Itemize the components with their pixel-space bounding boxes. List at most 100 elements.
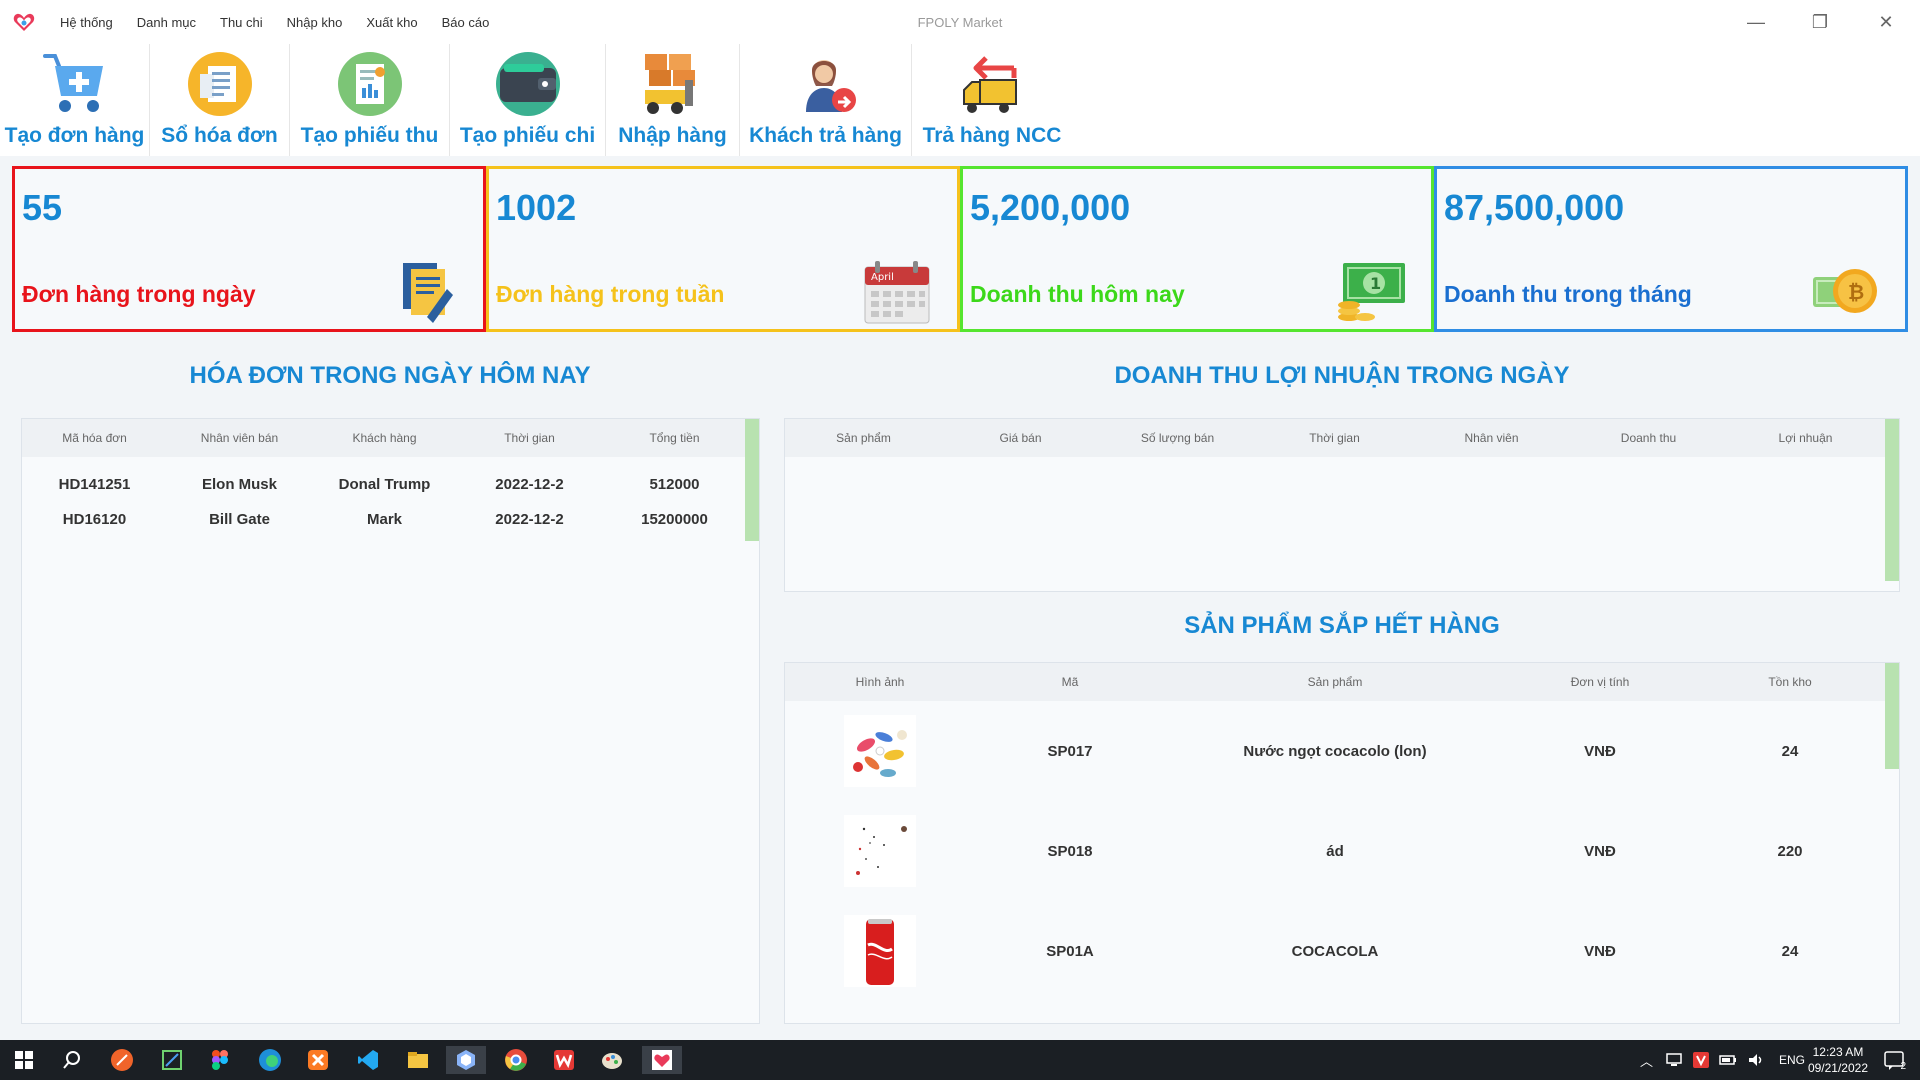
import-goods-label: Nhập hàng <box>618 124 727 147</box>
image-cell <box>785 915 975 987</box>
fpoly-market-icon[interactable] <box>642 1046 682 1074</box>
bitcoin-icon: ₿ <box>1813 269 1877 313</box>
table-row[interactable]: SP017 Nước ngọt cocacolo (lon) VNĐ 24 <box>785 701 1887 801</box>
search-icon[interactable] <box>58 1046 86 1074</box>
battery-icon[interactable] <box>1719 1053 1737 1067</box>
col-employee: Nhân viên <box>1464 431 1519 445</box>
low-stock-table: Hình ảnh Mã Sản phẩm Đơn vị tính Tồn kho… <box>784 662 1900 1024</box>
money-icon: 1 <box>1338 263 1405 321</box>
create-order-button[interactable]: Tạo đơn hàng <box>0 44 150 156</box>
product-name-cell: Nước ngọt cocacolo (lon) <box>1243 742 1427 760</box>
network-icon[interactable] <box>1665 1052 1683 1068</box>
col-product: Sản phẩm <box>836 431 891 445</box>
invoice-code-cell: HD141251 <box>58 476 131 493</box>
snipping-icon[interactable] <box>158 1046 186 1074</box>
invoices-title: HÓA ĐƠN TRONG NGÀY HÔM NAY <box>189 362 591 389</box>
edge-icon[interactable] <box>256 1046 284 1074</box>
toolbar: Tạo đơn hàng Sổ hóa đơn Tạo phiếu thu Tạ… <box>0 44 1920 156</box>
low-stock-title: SẢN PHẨM SẮP HẾT HÀNG <box>1184 612 1500 639</box>
col-product-name: Sản phẩm <box>1307 675 1363 689</box>
close-button[interactable]: ✕ <box>1872 8 1900 36</box>
pills-image <box>844 715 916 787</box>
antivirus-icon[interactable] <box>1693 1052 1710 1068</box>
col-quantity: Số lượng bán <box>1140 431 1215 445</box>
stock-cell: 220 <box>1777 842 1803 860</box>
invoice-book-button[interactable]: Sổ hóa đơn <box>150 44 290 156</box>
col-price: Giá bán <box>999 431 1042 445</box>
app-icon[interactable] <box>446 1046 486 1074</box>
table-row[interactable]: SP01A COCACOLA VNĐ 24 <box>785 901 1887 1001</box>
invoices-header: Mã hóa đơn Nhân viên bán Khách hàng Thời… <box>22 419 747 457</box>
revenue-scrollbar[interactable] <box>1885 419 1899 581</box>
seller-cell: Bill Gate <box>209 511 270 528</box>
orders-today-card: 55 Đơn hàng trong ngày <box>12 166 486 332</box>
vscode-icon[interactable] <box>354 1046 382 1074</box>
app-icon[interactable] <box>108 1046 136 1074</box>
col-code: Mã <box>1061 675 1079 689</box>
clock-time: 12:23 AM <box>1812 1045 1864 1059</box>
truck-return-icon <box>963 56 1017 113</box>
xampp-icon[interactable] <box>304 1046 332 1074</box>
invoices-table: Mã hóa đơn Nhân viên bán Khách hàng Thời… <box>21 418 760 1024</box>
low-stock-scrollbar[interactable] <box>1885 663 1899 769</box>
documents-icon <box>403 263 453 323</box>
orders-week-label: Đơn hàng trong tuần <box>496 281 725 307</box>
windows-start-icon[interactable] <box>10 1046 38 1074</box>
calendar-month-text: April <box>871 272 894 283</box>
orders-week-value: 1002 <box>496 187 577 228</box>
language-indicator[interactable]: ENG <box>1779 1053 1805 1067</box>
system-tray: ︿ ENG <box>1640 1040 1805 1080</box>
table-row[interactable]: HD16120 Bill Gate Mark 2022-12-2 1520000… <box>22 502 747 537</box>
col-revenue: Doanh thu <box>1620 431 1677 445</box>
stock-cell: 24 <box>1781 942 1799 960</box>
revenue-month-value: 87,500,000 <box>1444 187 1625 228</box>
paint-icon[interactable] <box>598 1046 626 1074</box>
create-payment-button[interactable]: Tạo phiếu chi <box>450 44 606 156</box>
customer-return-label: Khách trả hàng <box>749 124 902 147</box>
table-row[interactable]: SP018 ád VNĐ 220 <box>785 801 1887 901</box>
time-cell: 2022-12-2 <box>495 476 564 493</box>
title-bar: Hệ thống Danh mục Thu chi Nhập kho Xuất … <box>0 0 1920 44</box>
product-name-cell: COCACOLA <box>1291 942 1379 960</box>
wallet-icon <box>495 52 560 116</box>
speaker-icon[interactable] <box>1747 1052 1765 1068</box>
revenue-title: DOANH THU LỢI NHUẬN TRONG NGÀY <box>1114 362 1570 389</box>
invoice-book-label: Sổ hóa đơn <box>161 124 278 147</box>
code-cell: SP01A <box>1046 942 1094 960</box>
figma-icon[interactable] <box>206 1046 234 1074</box>
total-cell: 15200000 <box>641 511 708 528</box>
window-title: FPOLY Market <box>917 15 1003 30</box>
orders-week-card: 1002 Đơn hàng trong tuần April <box>486 166 960 332</box>
image-cell <box>785 815 975 887</box>
forklift-icon <box>644 54 695 114</box>
supplier-return-label: Trả hàng NCC <box>922 124 1062 147</box>
clock[interactable]: 12:23 AM 09/21/2022 <box>1808 1044 1868 1076</box>
import-goods-button[interactable]: Nhập hàng <box>606 44 740 156</box>
chevron-up-icon[interactable]: ︿ <box>1640 1051 1653 1070</box>
col-seller: Nhân viên bán <box>200 431 279 445</box>
low-stock-header: Hình ảnh Mã Sản phẩm Đơn vị tính Tồn kho <box>785 663 1887 701</box>
minimize-button[interactable]: — <box>1742 8 1770 36</box>
file-explorer-icon[interactable] <box>404 1046 432 1074</box>
table-row[interactable]: HD141251 Elon Musk Donal Trump 2022-12-2… <box>22 467 747 502</box>
wps-icon[interactable] <box>550 1046 578 1074</box>
code-cell: SP018 <box>1047 842 1093 860</box>
customer-return-button[interactable]: Khách trả hàng <box>740 44 912 156</box>
col-stock: Tồn kho <box>1768 675 1812 689</box>
orders-today-label: Đơn hàng trong ngày <box>22 281 256 307</box>
revenue-today-label: Doanh thu hôm nay <box>970 281 1185 307</box>
chrome-icon[interactable] <box>502 1046 530 1074</box>
revenue-header: Sản phẩm Giá bán Số lượng bán Thời gian … <box>785 419 1887 457</box>
coke-can-image <box>844 915 916 987</box>
invoice-book-icon <box>187 52 252 116</box>
taskbar: ︿ ENG 12:23 AM 09/21/2022 2 <box>0 1040 1920 1080</box>
maximize-button[interactable]: ❐ <box>1806 8 1834 36</box>
invoices-scrollbar[interactable] <box>745 419 759 541</box>
create-payment-label: Tạo phiếu chi <box>459 124 596 147</box>
col-time: Thời gian <box>1309 431 1360 445</box>
notification-icon[interactable]: 2 <box>1880 1046 1908 1074</box>
calendar-icon: April <box>864 261 930 324</box>
receipt-icon <box>337 52 402 116</box>
create-receipt-button[interactable]: Tạo phiếu thu <box>290 44 450 156</box>
supplier-return-button[interactable]: Trả hàng NCC <box>912 44 1072 156</box>
